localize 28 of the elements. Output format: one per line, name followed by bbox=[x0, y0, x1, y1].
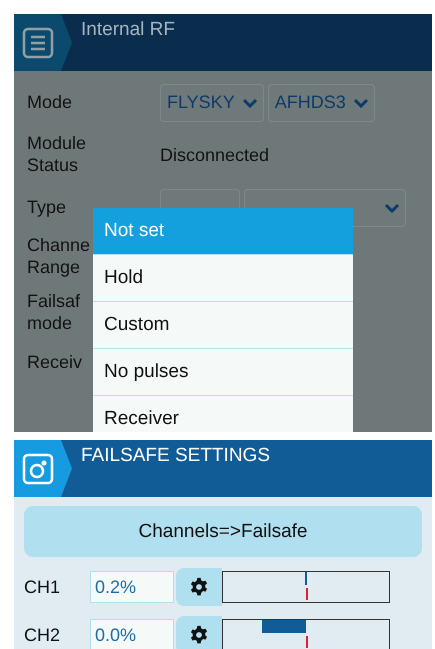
field-label: Channe Range bbox=[27, 235, 92, 279]
model-icon[interactable] bbox=[22, 452, 54, 484]
failsafe-marker bbox=[306, 588, 308, 600]
field-label: Receiv bbox=[27, 352, 84, 374]
channel-label: CH2 bbox=[24, 624, 62, 646]
field-label: Module Status bbox=[27, 133, 88, 177]
chevron-icon bbox=[354, 98, 368, 108]
channel-label: CH1 bbox=[24, 576, 62, 598]
model-tab[interactable] bbox=[14, 440, 72, 497]
settings-icon bbox=[189, 625, 209, 645]
settings-button[interactable] bbox=[176, 616, 222, 649]
failsafe-marker bbox=[306, 636, 308, 648]
value-field[interactable]: 0.0% bbox=[90, 619, 174, 649]
settings-icon bbox=[189, 577, 209, 597]
screen-title: FAILSAFE SETTINGS bbox=[81, 444, 270, 467]
value-field[interactable]: 0.2% bbox=[90, 571, 174, 603]
status-value: Disconnected bbox=[160, 144, 270, 166]
output-fill bbox=[262, 620, 306, 633]
field-label: Type bbox=[27, 196, 68, 218]
channels-to-failsafe-button[interactable]: Channels=>Failsafe bbox=[24, 506, 422, 557]
field-label: Failsaf mode bbox=[27, 291, 82, 335]
menu-tab[interactable] bbox=[14, 14, 72, 71]
menu-icon[interactable] bbox=[22, 26, 54, 58]
window-title: Internal RF bbox=[81, 18, 175, 41]
field-label: Mode bbox=[27, 92, 74, 114]
chevron-icon bbox=[385, 202, 399, 212]
settings-button[interactable] bbox=[176, 568, 222, 606]
chevron-icon bbox=[242, 98, 257, 108]
